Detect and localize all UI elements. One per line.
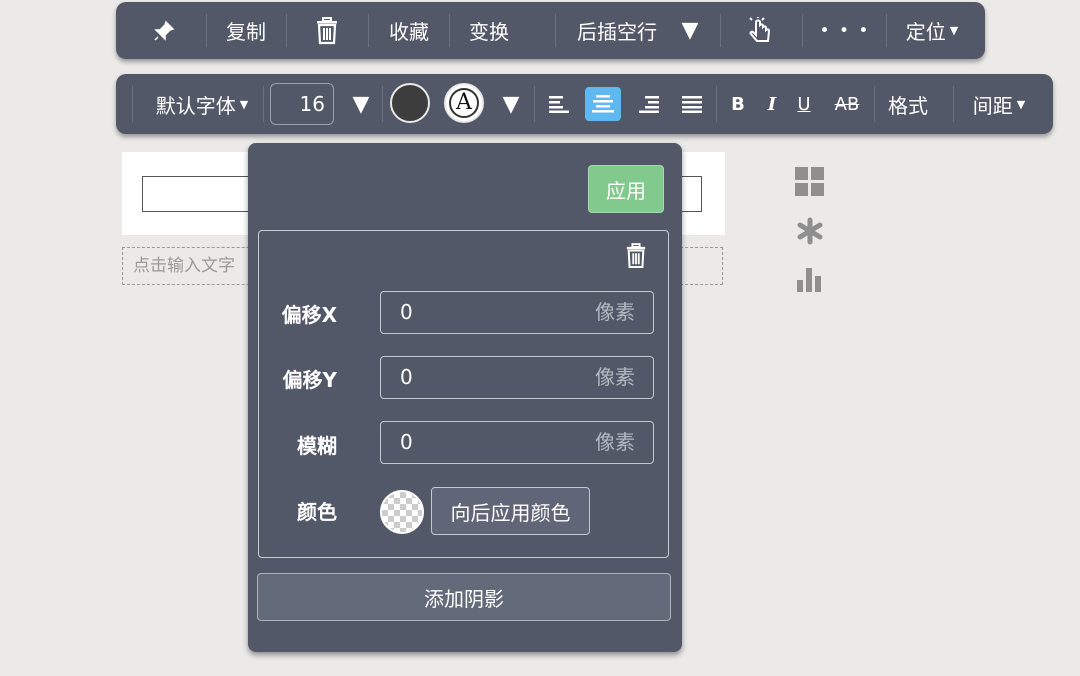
offset-x-value: 0 [400, 300, 413, 324]
copy-button[interactable]: 复制 [221, 2, 271, 59]
bold-button[interactable]: B [728, 74, 748, 134]
pin-icon[interactable] [150, 2, 178, 59]
font-family-dropdown[interactable]: 默认字体 ▼ [150, 74, 254, 134]
shadow-settings-panel: 偏移X 0 像素 偏移Y 0 像素 模糊 0 像素 颜色 向后应用颜色 [258, 230, 669, 558]
grid-icon[interactable] [795, 167, 825, 201]
offset-x-label: 偏移X [281, 303, 337, 327]
position-label: 定位 [905, 20, 946, 44]
unit-label: 像素 [595, 300, 635, 324]
more-button[interactable]: • • • [816, 2, 874, 59]
italic-button[interactable]: I [762, 74, 782, 134]
align-left-icon[interactable] [541, 87, 577, 121]
bar-chart-icon[interactable] [795, 264, 825, 298]
trash-icon[interactable] [314, 2, 340, 59]
font-style-icon: A [449, 88, 479, 118]
format-button[interactable]: 格式 [886, 74, 930, 134]
align-right-icon[interactable] [631, 87, 667, 121]
text-color-swatch[interactable] [390, 83, 430, 123]
unit-label: 像素 [595, 430, 635, 454]
strikethrough-button[interactable]: AB [832, 74, 862, 134]
favorite-button[interactable]: 收藏 [384, 2, 434, 59]
blur-label: 模糊 [297, 434, 337, 458]
unit-label: 像素 [595, 365, 635, 389]
font-family-label: 默认字体 [155, 93, 236, 118]
offset-y-label: 偏移Y [282, 368, 337, 392]
element-toolbar: 复制 收藏 变换 后插空行 ▼ • • • 定位 ▼ [116, 2, 985, 59]
insert-line-after-button[interactable]: 后插空行 [572, 2, 662, 59]
trash-icon[interactable] [625, 243, 647, 273]
format-toolbar: 默认字体 ▼ 16 ▼ A ▼ B I U AB 格式 间距 ▼ [116, 74, 1053, 134]
triangle-down-icon[interactable]: ▼ [499, 74, 523, 134]
underline-button[interactable]: U [794, 74, 814, 134]
apply-color-forward-button[interactable]: 向后应用颜色 [431, 487, 590, 535]
blur-input[interactable]: 0 像素 [380, 421, 654, 464]
shadow-color-swatch[interactable] [380, 490, 424, 534]
position-dropdown[interactable]: 定位 ▼ [904, 2, 960, 59]
add-shadow-button[interactable]: 添加阴影 [257, 573, 671, 621]
color-label: 颜色 [297, 500, 337, 524]
offset-y-value: 0 [400, 365, 413, 389]
caret-down-icon: ▼ [1016, 97, 1026, 111]
offset-y-input[interactable]: 0 像素 [380, 356, 654, 399]
font-size-value: 16 [299, 92, 325, 116]
text-shadow-popover: 应用 偏移X 0 像素 偏移Y 0 像素 模糊 0 像素 颜色 向后应用颜色 添… [248, 143, 682, 652]
asterisk-icon[interactable] [795, 217, 825, 251]
font-size-input[interactable]: 16 [270, 83, 334, 125]
blur-value: 0 [400, 430, 413, 454]
triangle-down-icon[interactable]: ▼ [678, 2, 702, 59]
spacing-label: 间距 [972, 93, 1013, 118]
offset-x-input[interactable]: 0 像素 [380, 291, 654, 334]
align-center-icon[interactable] [585, 87, 621, 121]
font-style-button[interactable]: A [444, 83, 484, 123]
caret-down-icon: ▼ [949, 24, 959, 37]
transform-button[interactable]: 变换 [464, 2, 514, 59]
apply-button[interactable]: 应用 [588, 165, 664, 213]
spacing-dropdown[interactable]: 间距 ▼ [971, 74, 1027, 134]
hand-pointer-icon[interactable] [746, 2, 776, 59]
align-justify-icon[interactable] [674, 87, 710, 121]
caret-down-icon: ▼ [239, 97, 249, 111]
triangle-down-icon[interactable]: ▼ [349, 74, 373, 134]
